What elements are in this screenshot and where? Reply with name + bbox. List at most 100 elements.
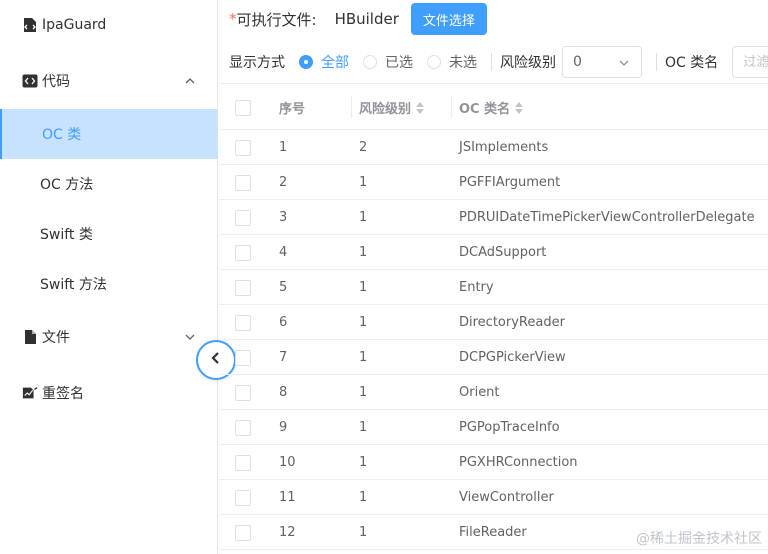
cell-oc-class-name: DCPGPickerView	[459, 340, 566, 375]
table-row[interactable]: 11 1 ViewController	[219, 480, 768, 515]
cell-text: JSImplements	[459, 140, 549, 155]
cell-text: PGXHRConnection	[459, 455, 578, 470]
sidebar-item-ipaguard[interactable]: IpaGuard	[0, 0, 218, 50]
row-checkbox[interactable]	[235, 244, 251, 261]
cell-risk-level: 1	[359, 235, 367, 270]
cell-text: ViewController	[459, 490, 554, 505]
cell-text: 9	[279, 420, 288, 435]
row-checkbox-cell	[235, 410, 251, 445]
sidebar-item-file[interactable]: 文件	[0, 312, 218, 362]
sidebar-item-swift-class[interactable]: Swift 类	[0, 209, 218, 259]
cell-oc-class-name: PGPopTraceInfo	[459, 410, 560, 445]
cell-text: 1	[359, 455, 368, 470]
cell-text: 2	[279, 175, 288, 190]
cell-text: 10	[279, 455, 296, 470]
cell-oc-class-name: Orient	[459, 375, 500, 410]
sidebar-item-code[interactable]: 代码	[0, 56, 218, 106]
header-label: 序号	[279, 102, 306, 117]
table-row[interactable]: 4 1 DCAdSupport	[219, 235, 768, 270]
select-all-checkbox[interactable]	[235, 99, 251, 116]
cell-text: DCPGPickerView	[459, 350, 566, 365]
row-checkbox-cell	[235, 375, 251, 410]
cell-risk-level: 1	[359, 515, 367, 550]
choose-file-button[interactable]: 文件选择	[410, 3, 487, 35]
cell-index: 9	[279, 410, 287, 445]
radio-unselected[interactable]: 未选	[427, 52, 477, 72]
row-checkbox[interactable]	[235, 314, 251, 331]
divider	[491, 53, 492, 71]
row-checkbox[interactable]	[235, 384, 251, 401]
cell-index: 5	[279, 270, 287, 305]
table-row[interactable]: 9 1 PGPopTraceInfo	[219, 410, 768, 445]
table-row[interactable]: 8 1 Orient	[219, 375, 768, 410]
row-checkbox-cell	[235, 445, 251, 480]
table-row[interactable]: 3 1 PDRUIDateTimePickerViewControllerDeleg…	[219, 200, 768, 235]
row-checkbox-cell	[235, 130, 251, 165]
radio-dot	[363, 55, 377, 69]
cell-risk-level: 1	[359, 200, 367, 235]
row-checkbox[interactable]	[235, 419, 251, 436]
class-table: 序号 风险级别 OC 类名 1 2 JSImplements 2 1 PGFFIArgum…	[219, 83, 768, 550]
sidebar-item-swift-method[interactable]: Swift 方法	[0, 259, 218, 309]
cell-text: 12	[279, 525, 296, 540]
table-row[interactable]: 5 1 Entry	[219, 270, 768, 305]
sidebar: IpaGuard 代码 OC 类 OC 方法 Swift 类 Swift 方法 …	[0, 0, 218, 554]
row-checkbox-cell	[235, 165, 251, 200]
header-risk-level[interactable]: 风险级别	[351, 84, 425, 131]
sidebar-item-oc-method[interactable]: OC 方法	[0, 159, 218, 209]
sidebar-item-label: Swift 类	[40, 227, 93, 243]
cell-text: 1	[359, 350, 368, 365]
radio-dot	[427, 55, 441, 69]
table-row[interactable]: 7 1 DCPGPickerView	[219, 340, 768, 375]
cell-risk-level: 1	[359, 165, 367, 200]
risk-level-select[interactable]: 0	[562, 46, 642, 78]
document-icon	[22, 329, 38, 345]
cell-index: 12	[279, 515, 296, 550]
table-row[interactable]: 2 1 PGFFIArgument	[219, 165, 768, 200]
row-checkbox[interactable]	[235, 524, 251, 541]
cell-text: 7	[279, 350, 288, 365]
chevron-down-icon	[617, 56, 631, 74]
radio-selected[interactable]: 已选	[363, 52, 413, 72]
table-header: 序号 风险级别 OC 类名	[219, 83, 768, 130]
cell-index: 10	[279, 445, 296, 480]
header-oc-class-name[interactable]: OC 类名	[451, 84, 524, 131]
divider	[656, 53, 657, 71]
sidebar-item-label: IpaGuard	[42, 17, 107, 33]
cell-text: 6	[279, 315, 288, 330]
row-checkbox[interactable]	[235, 489, 251, 506]
oc-class-name-label: OC 类名	[665, 55, 719, 71]
row-checkbox-cell	[235, 270, 251, 305]
main-content: * 可执行文件: HBuilder 文件选择 显示方式 全部 已选 未选 风险级…	[219, 0, 768, 554]
table-row[interactable]: 1 2 JSImplements	[219, 130, 768, 165]
risk-level-label: 风险级别	[500, 55, 556, 71]
cell-oc-class-name: PDRUIDateTimePickerViewControllerDelegat…	[459, 200, 755, 235]
row-checkbox[interactable]	[235, 454, 251, 471]
cell-index: 8	[279, 375, 287, 410]
table-row[interactable]: 6 1 DirectoryReader	[219, 305, 768, 340]
column-divider	[351, 96, 352, 118]
sort-icon[interactable]	[514, 101, 524, 115]
signature-icon	[22, 385, 38, 401]
sidebar-item-label: OC 类	[42, 127, 82, 143]
cell-risk-level: 1	[359, 305, 367, 340]
chevron-up-icon	[182, 73, 198, 89]
sidebar-item-oc-class[interactable]: OC 类	[0, 109, 218, 159]
filter-row: 显示方式 全部 已选 未选 风险级别 0 OC 类名	[229, 46, 768, 78]
sidebar-item-label: OC 方法	[40, 177, 94, 193]
row-checkbox[interactable]	[235, 279, 251, 296]
sort-icon[interactable]	[415, 101, 425, 115]
cell-text: FileReader	[459, 525, 527, 540]
row-checkbox[interactable]	[235, 209, 251, 226]
sidebar-item-resign[interactable]: 重签名	[0, 368, 218, 418]
row-checkbox[interactable]	[235, 349, 251, 366]
row-checkbox[interactable]	[235, 174, 251, 191]
row-checkbox-cell	[235, 340, 251, 375]
radio-all[interactable]: 全部	[299, 52, 349, 72]
table-row[interactable]: 10 1 PGXHRConnection	[219, 445, 768, 480]
cell-index: 1	[279, 130, 287, 165]
sidebar-item-label: 代码	[42, 74, 70, 90]
row-checkbox[interactable]	[235, 139, 251, 156]
oc-class-filter-input[interactable]	[732, 46, 768, 78]
header-checkbox-cell	[235, 84, 251, 131]
